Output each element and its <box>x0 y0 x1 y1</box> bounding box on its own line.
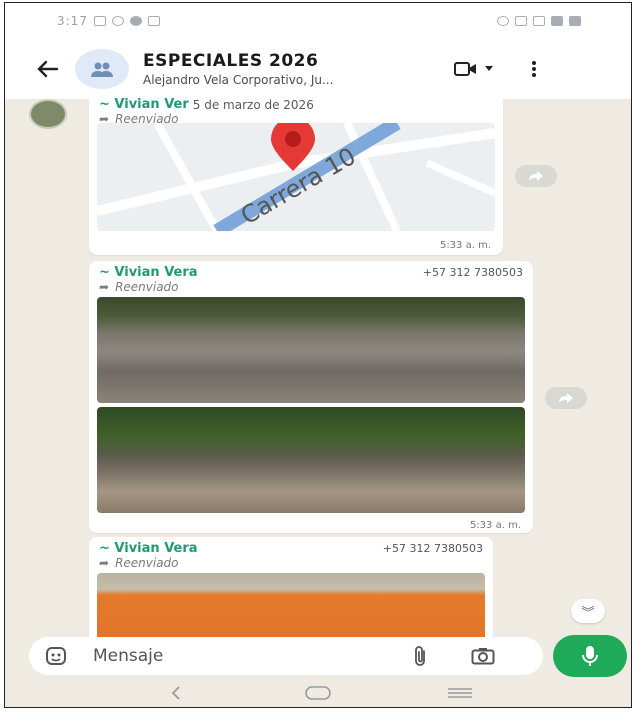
more-options-button[interactable] <box>519 49 549 89</box>
map-image: Carrera 10 <box>97 123 495 231</box>
mute-icon <box>515 16 527 26</box>
video-call-button[interactable] <box>443 49 505 89</box>
status-right <box>497 16 581 26</box>
message-header: ~ Vivian Vera +57 312 7380503 <box>89 537 493 556</box>
alarm-icon <box>497 16 509 26</box>
phone-screen: 3:17 ESPECIALES 2026 Alejandro Vela Corp… <box>4 2 632 708</box>
group-avatar[interactable] <box>75 49 129 89</box>
home-circle-icon <box>305 686 331 700</box>
forwarded-text: Reenviado <box>115 280 179 294</box>
forward-icon: ➦ <box>99 556 110 570</box>
location-map[interactable]: Carrera 10 <box>97 123 495 231</box>
status-notification-icon <box>93 16 106 26</box>
system-nav-bar <box>5 677 631 707</box>
scroll-to-bottom-button[interactable]: ︾ <box>571 599 605 623</box>
message-input[interactable] <box>91 645 395 667</box>
chat-header: ESPECIALES 2026 Alejandro Vela Corporati… <box>5 39 631 99</box>
chat-info[interactable]: ESPECIALES 2026 Alejandro Vela Corporati… <box>143 51 433 87</box>
attach-button[interactable] <box>405 641 435 671</box>
photo-debris-2[interactable] <box>97 407 525 513</box>
chevron-double-down-icon: ︾ <box>581 605 595 621</box>
forward-icon: ➦ <box>99 280 110 294</box>
video-camera-icon <box>454 62 476 76</box>
camera-button[interactable] <box>465 641 501 671</box>
message-bubble-photo[interactable]: ~ Vivian Vera +57 312 7380503 ➦ Reenviad… <box>89 537 493 647</box>
nav-back-button[interactable] <box>156 681 196 705</box>
arrow-left-icon <box>37 60 59 78</box>
microphone-icon <box>582 646 598 666</box>
photo-debris-1[interactable] <box>97 297 525 403</box>
sticker-button[interactable] <box>41 641 71 671</box>
paperclip-icon <box>415 646 425 666</box>
voice-message-button[interactable] <box>553 635 627 677</box>
status-mail-icon <box>147 16 160 26</box>
forward-button[interactable] <box>545 387 587 409</box>
message-header: ~ Vivian Vera +57 312 7380503 <box>89 261 533 280</box>
status-left: 3:17 <box>57 14 160 28</box>
photo-building[interactable] <box>97 573 485 647</box>
forward-icon <box>559 393 573 403</box>
message-composer <box>29 637 543 675</box>
wifi-icon <box>533 16 545 26</box>
more-vertical-icon <box>532 61 536 77</box>
sender-phone: +57 312 7380503 <box>382 542 483 555</box>
message-bubble-photos[interactable]: ~ Vivian Vera +57 312 7380503 ➦ Reenviad… <box>89 261 533 533</box>
camera-icon <box>471 648 495 665</box>
forwarded-text: Reenviado <box>115 556 179 570</box>
message-time: 5:33 a. m. <box>469 520 521 531</box>
message-bubble-location[interactable]: ~ Vivian Ver 5 de marzo de 2026 ➦ Reenvi… <box>89 93 503 255</box>
group-icon <box>91 62 113 77</box>
caret-down-icon <box>485 66 493 71</box>
sender-name[interactable]: ~ Vivian Vera <box>99 541 198 556</box>
message-time: 5:33 a. m. <box>439 240 491 251</box>
sender-phone: +57 312 7380503 <box>422 266 523 279</box>
forwarded-label: ➦ Reenviado <box>89 280 533 294</box>
back-button[interactable] <box>27 49 67 89</box>
signal-icon <box>551 16 563 26</box>
status-bar: 3:17 <box>5 3 631 39</box>
status-shield-icon <box>129 16 142 26</box>
forward-button[interactable] <box>515 165 557 187</box>
status-time: 3:17 <box>57 14 88 28</box>
chat-title: ESPECIALES 2026 <box>143 51 319 71</box>
nav-home-button[interactable] <box>298 681 338 705</box>
chat-participants: Alejandro Vela Corporativo, Ju... <box>143 73 334 87</box>
forward-icon <box>529 171 543 181</box>
message-list[interactable]: ~ Vivian Ver 5 de marzo de 2026 ➦ Reenvi… <box>5 93 631 647</box>
status-app-icon <box>111 16 124 26</box>
battery-icon <box>569 16 581 26</box>
sender-name[interactable]: ~ Vivian Ver <box>99 97 189 112</box>
message-header: ~ Vivian Ver 5 de marzo de 2026 <box>89 93 503 112</box>
recents-icon <box>448 688 472 698</box>
forwarded-label: ➦ Reenviado <box>89 556 493 570</box>
chevron-left-icon <box>171 686 180 700</box>
nav-recents-button[interactable] <box>440 681 480 705</box>
sender-avatar[interactable] <box>29 99 67 129</box>
sticker-icon <box>46 647 66 665</box>
sender-name[interactable]: ~ Vivian Vera <box>99 265 198 280</box>
date-separator: 5 de marzo de 2026 <box>192 97 314 112</box>
